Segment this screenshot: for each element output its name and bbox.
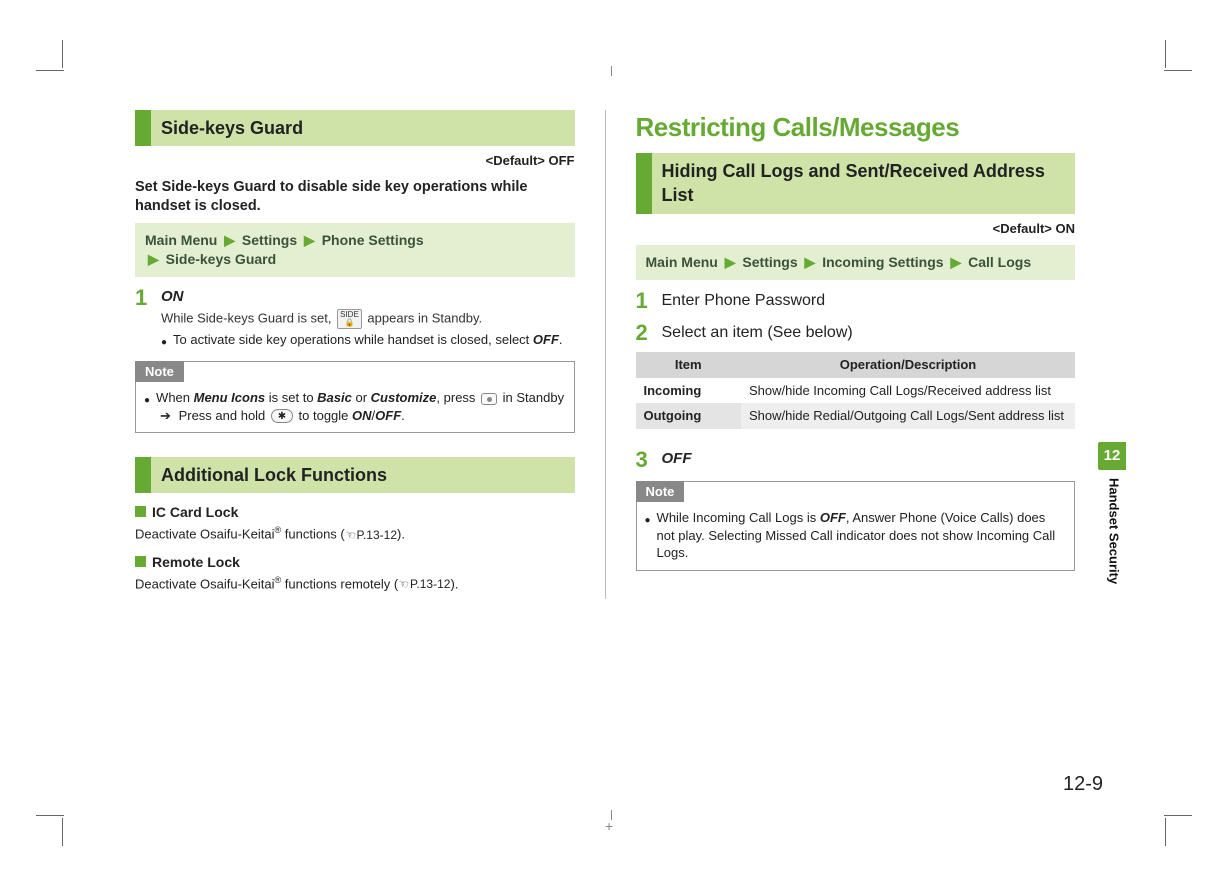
section-heading: Hiding Call Logs and Sent/Received Addre… <box>636 153 1076 214</box>
step-text: Enter Phone Password <box>662 290 1076 312</box>
page-number: 12-9 <box>1063 771 1103 798</box>
content-columns: Side-keys Guard <Default> OFF Set Side-k… <box>135 110 1075 599</box>
pointing-hand-icon: ☞ <box>343 526 358 544</box>
table-cell: Show/hide Incoming Call Logs/Received ad… <box>741 378 1075 404</box>
nav-item: Side-keys Guard <box>166 251 277 267</box>
step: 1 ON While Side-keys Guard is set, SIDE … <box>135 287 575 351</box>
section-heading: Side-keys Guard <box>135 110 575 146</box>
step-heading: ON <box>161 287 575 307</box>
default-label: <Default> OFF <box>135 152 575 170</box>
step: 3 OFF <box>636 449 1076 471</box>
bullet-list: To activate side key operations while ha… <box>161 331 575 349</box>
step: 1 Enter Phone Password <box>636 290 1076 312</box>
bullet-icon <box>645 509 651 562</box>
note-box: Note When Menu Icons is set to Basic or … <box>135 361 575 434</box>
chevron-right-icon: ▶ <box>722 253 739 272</box>
chevron-right-icon: ▶ <box>947 253 964 272</box>
step-heading: OFF <box>662 449 1076 469</box>
nav-path: Main Menu ▶ Settings ▶ Phone Settings ▶ … <box>135 223 575 277</box>
section-title: Side-keys Guard <box>151 110 575 146</box>
sub-heading: Remote Lock <box>135 553 575 572</box>
nav-path: Main Menu ▶ Settings ▶ Incoming Settings… <box>636 245 1076 280</box>
nav-item: Call Logs <box>968 254 1031 270</box>
chevron-right-icon: ▶ <box>301 231 318 250</box>
square-bullet-icon <box>135 506 146 517</box>
crop-mark <box>1164 70 1192 98</box>
nav-item: Phone Settings <box>322 232 424 248</box>
nav-item: Main Menu <box>145 232 217 248</box>
chapter-label: Handset Security <box>1098 478 1123 584</box>
column-divider <box>605 110 606 599</box>
nav-item: Incoming Settings <box>822 254 943 270</box>
table-header: Operation/Description <box>741 352 1075 378</box>
nav-item: Settings <box>742 254 797 270</box>
note-text: While Incoming Call Logs is OFF, Answer … <box>657 509 1066 562</box>
left-column: Side-keys Guard <Default> OFF Set Side-k… <box>135 110 575 599</box>
chapter-number: 12 <box>1098 442 1126 470</box>
note-label: Note <box>636 481 685 503</box>
page-ref: ☞P.13-12 <box>398 576 450 592</box>
arrow-right-icon: ➔ <box>160 407 171 425</box>
crop-mark <box>36 788 64 816</box>
page-ref: ☞P.13-12 <box>345 527 397 543</box>
crop-mark <box>62 818 90 846</box>
chapter-title: Restricting Calls/Messages <box>636 110 1076 145</box>
crop-mark <box>1138 40 1166 68</box>
step-number: 2 <box>636 322 654 344</box>
table-row: Incoming Show/hide Incoming Call Logs/Re… <box>636 378 1076 404</box>
center-key-icon <box>481 393 497 405</box>
side-tab: 12 Handset Security <box>1098 442 1126 584</box>
bullet-icon <box>144 389 150 424</box>
section-title: Additional Lock Functions <box>151 457 575 493</box>
crop-mark <box>1138 818 1166 846</box>
pointing-hand-icon: ☞ <box>396 575 411 593</box>
step-text: Select an item (See below) <box>662 322 1076 344</box>
chevron-right-icon: ▶ <box>802 253 819 272</box>
step-number: 1 <box>135 287 153 351</box>
chevron-right-icon: ▶ <box>221 231 238 250</box>
crop-mark <box>62 40 90 68</box>
table-cell: Outgoing <box>636 403 741 429</box>
section-heading: Additional Lock Functions <box>135 457 575 493</box>
side-lock-icon: SIDE 🔒 <box>337 309 362 329</box>
section-title: Hiding Call Logs and Sent/Received Addre… <box>652 153 1076 214</box>
body-text: Deactivate Osaifu-Keitai® functions (☞P.… <box>135 524 575 543</box>
page: + Side-keys Guard <Default> OFF Set Side… <box>0 0 1228 886</box>
options-table: Item Operation/Description Incoming Show… <box>636 352 1076 429</box>
bullet-icon <box>161 331 167 349</box>
table-row: Outgoing Show/hide Redial/Outgoing Call … <box>636 403 1076 429</box>
table-cell: Show/hide Redial/Outgoing Call Logs/Sent… <box>741 403 1075 429</box>
step-number: 1 <box>636 290 654 312</box>
note-box: Note While Incoming Call Logs is OFF, An… <box>636 481 1076 571</box>
right-column: Restricting Calls/Messages Hiding Call L… <box>636 110 1076 599</box>
crop-mark <box>36 70 64 98</box>
bullet-text: To activate side key operations while ha… <box>173 331 563 349</box>
default-label: <Default> ON <box>636 220 1076 238</box>
step-detail: While Side-keys Guard is set, SIDE 🔒 app… <box>161 309 575 329</box>
note-label: Note <box>135 361 184 383</box>
nav-item: Main Menu <box>646 254 718 270</box>
star-key-icon: ✱ <box>271 409 293 423</box>
note-text: When Menu Icons is set to Basic or Custo… <box>156 389 565 424</box>
sub-heading: IC Card Lock <box>135 503 575 522</box>
nav-item: Settings <box>242 232 297 248</box>
square-bullet-icon <box>135 556 146 567</box>
step: 2 Select an item (See below) <box>636 322 1076 344</box>
crop-mark <box>1164 788 1192 816</box>
table-header: Item <box>636 352 741 378</box>
body-text: Deactivate Osaifu-Keitai® functions remo… <box>135 574 575 593</box>
step-number: 3 <box>636 449 654 471</box>
intro-text: Set Side-keys Guard to disable side key … <box>135 178 575 217</box>
table-cell: Incoming <box>636 378 741 404</box>
chevron-right-icon: ▶ <box>145 250 162 269</box>
